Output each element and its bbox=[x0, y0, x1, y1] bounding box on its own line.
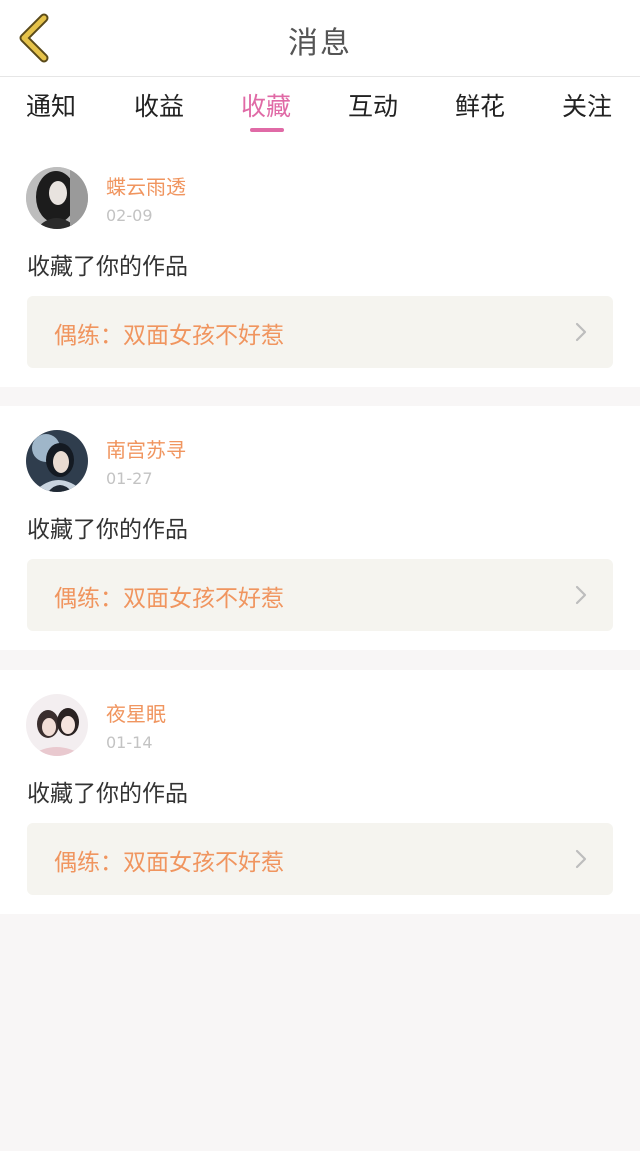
chevron-right-icon bbox=[575, 322, 587, 342]
avatar[interactable] bbox=[26, 430, 88, 492]
avatar[interactable] bbox=[26, 167, 88, 229]
work-title: 偶练：双面女孩不好惹 bbox=[54, 323, 284, 349]
notification-card: 夜星眠 01-14 收藏了你的作品 偶练：双面女孩不好惹 bbox=[0, 670, 640, 914]
top-bar: 消息 bbox=[0, 0, 640, 77]
notification-card: 南宫苏寻 01-27 收藏了你的作品 偶练：双面女孩不好惹 bbox=[0, 406, 640, 650]
timestamp: 02-09 bbox=[106, 206, 153, 225]
username[interactable]: 夜星眠 bbox=[106, 698, 166, 727]
page-title: 消息 bbox=[288, 26, 352, 61]
avatar[interactable] bbox=[26, 694, 88, 756]
username[interactable]: 南宫苏寻 bbox=[106, 434, 186, 463]
tab-favorites[interactable]: 收藏 bbox=[241, 87, 291, 123]
notification-card: 蝶云雨透 02-09 收藏了你的作品 偶练：双面女孩不好惹 bbox=[0, 143, 640, 387]
work-link[interactable]: 偶练：双面女孩不好惹 bbox=[27, 823, 613, 895]
chevron-right-icon bbox=[575, 849, 587, 869]
timestamp: 01-14 bbox=[106, 733, 153, 752]
action-text: 收藏了你的作品 bbox=[27, 517, 188, 543]
tab-interactions[interactable]: 互动 bbox=[348, 87, 398, 123]
work-title: 偶练：双面女孩不好惹 bbox=[54, 850, 284, 876]
work-link[interactable]: 偶练：双面女孩不好惹 bbox=[27, 559, 613, 631]
tab-notifications[interactable]: 通知 bbox=[26, 87, 76, 123]
work-link[interactable]: 偶练：双面女孩不好惹 bbox=[27, 296, 613, 368]
work-title: 偶练：双面女孩不好惹 bbox=[54, 586, 284, 612]
action-text: 收藏了你的作品 bbox=[27, 254, 188, 280]
tab-flowers[interactable]: 鲜花 bbox=[455, 87, 505, 123]
tab-follows[interactable]: 关注 bbox=[562, 87, 612, 123]
tab-earnings[interactable]: 收益 bbox=[134, 87, 184, 123]
chevron-right-icon bbox=[575, 585, 587, 605]
timestamp: 01-27 bbox=[106, 469, 153, 488]
active-tab-indicator bbox=[250, 128, 284, 132]
username[interactable]: 蝶云雨透 bbox=[106, 171, 186, 200]
tab-bar: 通知 收益 收藏 互动 鲜花 关注 bbox=[0, 77, 640, 143]
action-text: 收藏了你的作品 bbox=[27, 781, 188, 807]
